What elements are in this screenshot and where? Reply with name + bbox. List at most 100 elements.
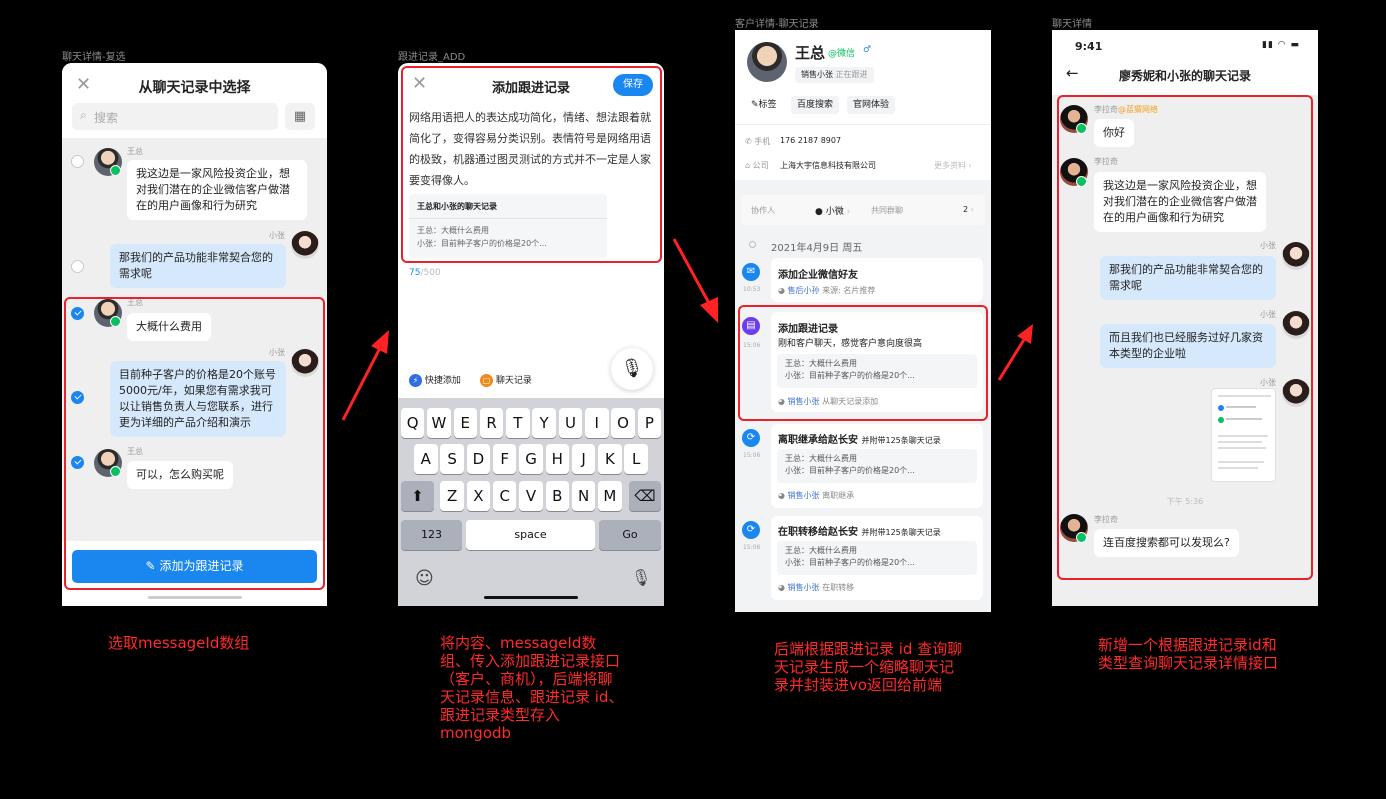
key-f[interactable]: F: [492, 444, 517, 474]
key-r[interactable]: R: [479, 408, 504, 438]
wechat-add-icon: ✉: [742, 263, 760, 281]
key-y[interactable]: Y: [532, 408, 556, 438]
char-counter: 75/500: [409, 268, 441, 278]
shift-key[interactable]: ⬆: [401, 481, 434, 511]
emoji-icon[interactable]: ☺: [415, 568, 434, 589]
backspace-key[interactable]: ⌫: [629, 481, 661, 511]
arrow-icon: [997, 324, 1033, 381]
wechat-tag: @微信: [828, 49, 856, 59]
arrow-icon: [672, 238, 718, 323]
frame-title-2: 跟进记录_ADD: [398, 52, 466, 63]
chat-icon: ▢: [480, 374, 493, 387]
message-checkbox[interactable]: [71, 260, 84, 273]
chat-summary-card[interactable]: 王总：大概什么费用 小张：目前种子客户的价格是20个...: [777, 541, 977, 575]
bolt-icon: ⚡: [409, 374, 422, 387]
chat-summary-card[interactable]: 王总：大概什么费用 小张：目前种子客户的价格是20个...: [777, 449, 977, 483]
key-l[interactable]: L: [624, 444, 648, 474]
key-b[interactable]: B: [545, 481, 570, 511]
key-x[interactable]: X: [466, 481, 491, 511]
avatar: [291, 231, 319, 259]
timeline-meta: ◕ 销售小张 在职转移: [778, 583, 855, 592]
phone-value: 176 2187 8907: [780, 136, 842, 145]
highlight-chat-detail: [1057, 95, 1313, 580]
key-i[interactable]: I: [585, 408, 609, 438]
transfer-icon: ⟳: [742, 521, 760, 539]
tag-chip: 官网体验: [847, 96, 896, 114]
chat-record-button[interactable]: ▢ 聊天记录: [480, 373, 532, 387]
key-j[interactable]: J: [571, 444, 596, 474]
caption-1: 选取messageId数组: [108, 634, 250, 652]
phone-label: ✆ 手机: [745, 137, 771, 146]
key-d[interactable]: D: [466, 444, 491, 474]
timeline-title: 添加企业微信好友: [778, 270, 858, 281]
status-icons: ▮▮ ◠ ▬: [1262, 40, 1300, 50]
key-w[interactable]: W: [427, 408, 451, 438]
more-info-link[interactable]: 更多资料 ›: [934, 160, 972, 171]
key-n[interactable]: N: [571, 481, 596, 511]
tag-edit-button[interactable]: ✎标签: [747, 96, 781, 114]
page-title: 从聊天记录中选择: [138, 80, 251, 96]
timeline-time: 10:53: [743, 286, 761, 293]
timeline-item[interactable]: 添加企业微信好友 ◕ 售后小孙 来源: 名片推荐: [771, 258, 983, 302]
timeline-item[interactable]: 在职转移给赵长安 并附带125条聊天记录 王总：大概什么费用 小张：目前种子客户的…: [771, 516, 983, 600]
caption-3: 后端根据跟进记录 id 查询聊天记录生成一个缩略聊天记录并封装进vo返回给前端: [774, 640, 963, 694]
timeline-meta: ◕ 销售小张 离职继承: [778, 491, 855, 500]
company-value: 上海大宇信息科技有限公司: [780, 161, 876, 170]
key-h[interactable]: H: [545, 444, 570, 474]
caption-4: 新增一个根据跟进记录id和类型查询聊天记录详情接口: [1098, 636, 1279, 672]
caption-2: 将内容、messageId数组、传入添加跟进记录接口（客户、商机），后端将聊天记…: [440, 634, 624, 742]
key-v[interactable]: V: [519, 481, 543, 511]
owner-badge: 销售小张 正在跟进: [795, 67, 874, 83]
collab-name: ● 小微 ›: [815, 207, 851, 217]
timeline-title: 在职转移给赵长安 并附带125条聊天记录: [778, 527, 941, 538]
key-m[interactable]: M: [598, 481, 622, 511]
key-o[interactable]: O: [611, 408, 635, 438]
transfer-icon: ⟳: [742, 429, 760, 447]
arrow-icon: [341, 330, 389, 421]
key-c[interactable]: C: [492, 481, 517, 511]
quick-add-button[interactable]: ⚡ 快捷添加: [409, 373, 461, 387]
message-checkbox[interactable]: [71, 155, 84, 168]
sender-name: 王总: [127, 147, 143, 156]
key-k[interactable]: K: [598, 444, 622, 474]
status-time: 9:41: [1075, 40, 1103, 53]
timeline-item[interactable]: 离职继承给赵长安 并附带125条聊天记录 王总：大概什么费用 小张：目前种子客户的…: [771, 424, 983, 508]
frame-title-3: 客户详情-聊天记录: [735, 19, 819, 30]
key-u[interactable]: U: [558, 408, 583, 438]
dictation-icon[interactable]: 🎙: [631, 568, 651, 587]
key-q[interactable]: Q: [400, 408, 425, 438]
timeline-title: 离职继承给赵长安 并附带125条聊天记录: [778, 435, 941, 446]
timeline-meta: ◕ 售后小孙 来源: 名片推荐: [778, 286, 876, 295]
frame-title-4: 聊天详情: [1052, 19, 1092, 30]
frame-title-1: 聊天详情-复选: [62, 52, 126, 63]
customer-name: 王总: [795, 44, 826, 62]
date-dot: [749, 241, 756, 248]
key-t[interactable]: T: [506, 408, 530, 438]
home-indicator: [484, 596, 578, 599]
highlight-followup-item: [738, 305, 988, 421]
search-icon: ⌕: [80, 108, 87, 122]
divider: [735, 124, 991, 125]
key-p[interactable]: P: [637, 408, 662, 438]
key-e[interactable]: E: [453, 408, 477, 438]
microphone-icon[interactable]: 🎙: [611, 348, 653, 390]
numbers-key[interactable]: 123: [401, 520, 462, 550]
space-key[interactable]: space: [466, 520, 595, 550]
avatar: [747, 42, 787, 82]
search-input[interactable]: ⌕ 搜索: [72, 103, 278, 130]
key-a[interactable]: A: [414, 444, 438, 474]
message-bubble: 我这边是一家风险投资企业，想对我们潜在的企业微信客户做潜在的用户画像和行为研究: [127, 160, 307, 220]
collab-label: 协作人: [751, 206, 775, 215]
key-g[interactable]: G: [519, 444, 543, 474]
calendar-icon[interactable]: ▦: [285, 103, 315, 130]
key-s[interactable]: S: [440, 444, 464, 474]
message-bubble: 那我们的产品功能非常契合您的需求呢: [110, 244, 286, 288]
key-z[interactable]: Z: [440, 481, 464, 511]
tag-chip: 百度搜索: [791, 96, 840, 114]
timeline-time: 15:06: [743, 452, 761, 459]
company-label: ⌂ 公司: [745, 161, 769, 170]
go-key[interactable]: Go: [599, 520, 661, 550]
sender-name: 小张: [269, 231, 285, 240]
collab-bar[interactable]: 协作人 ● 小微 › 共同群聊 2 ›: [741, 195, 985, 225]
timeline-date: 2021年4月9日 周五: [771, 243, 863, 254]
